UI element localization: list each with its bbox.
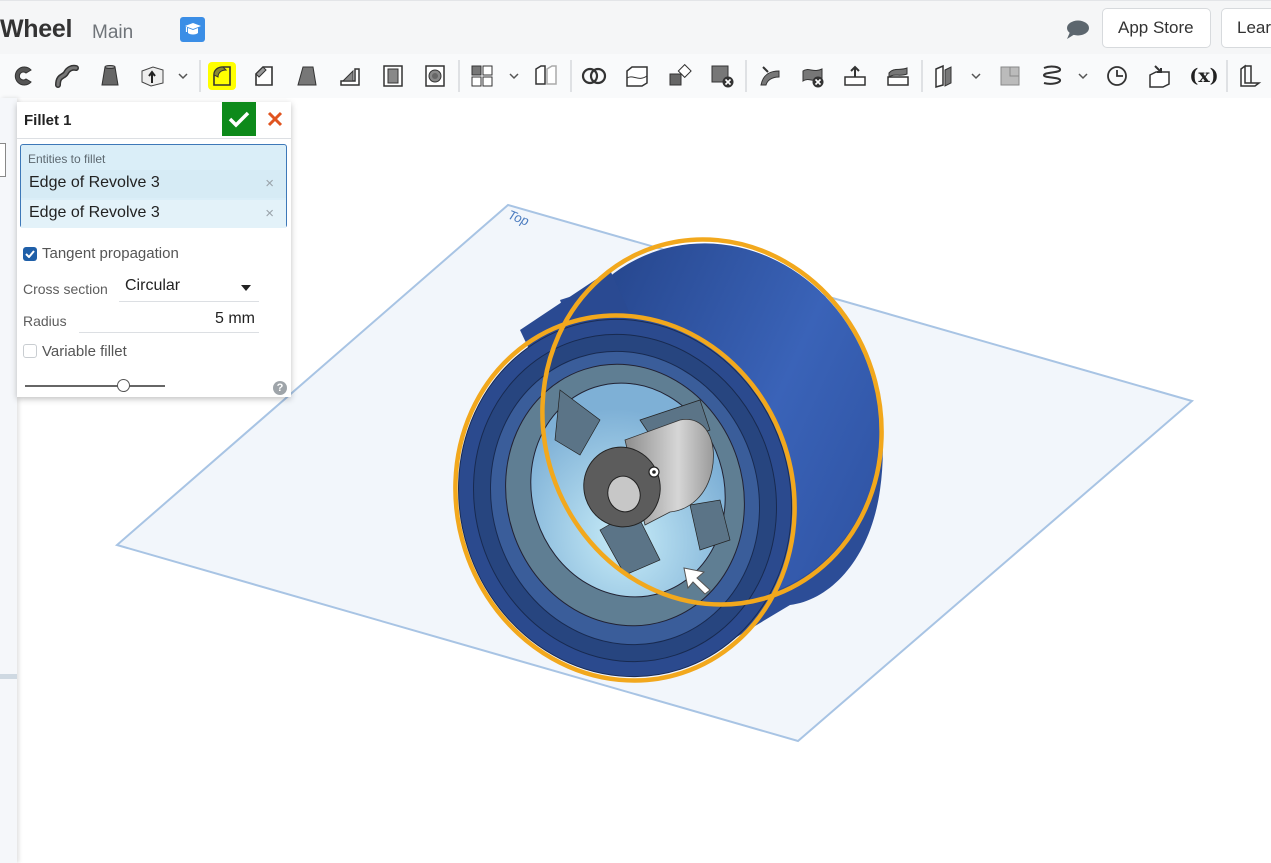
tangent-propagation-label[interactable]: Tangent propagation [42, 245, 179, 262]
cancel-button[interactable] [260, 102, 290, 136]
sweep-icon[interactable] [53, 62, 81, 90]
boolean-icon[interactable] [580, 62, 608, 90]
variable-fillet-label[interactable]: Variable fillet [42, 343, 127, 360]
chevron-down-icon[interactable] [1077, 70, 1089, 82]
chevron-down-icon[interactable] [508, 70, 520, 82]
chamfer-icon[interactable] [250, 62, 278, 90]
delete-face-icon[interactable] [799, 62, 827, 90]
rollback-icon[interactable] [1103, 62, 1131, 90]
entity-label: Edge of Revolve 3 [29, 174, 160, 191]
feature-toolbar: (x) [0, 54, 1271, 98]
thicken-icon[interactable] [138, 62, 166, 90]
entity-item[interactable]: Edge of Revolve 3 × [21, 170, 286, 198]
divider [17, 138, 291, 139]
remove-entity-icon[interactable]: × [265, 205, 274, 222]
mirror-icon[interactable] [532, 62, 560, 90]
plane-icon[interactable] [930, 62, 958, 90]
move-face-icon[interactable] [841, 62, 869, 90]
branch-name[interactable]: Main [92, 22, 133, 44]
dialog-title: Fillet 1 [24, 112, 72, 129]
entities-label: Entities to fillet [28, 152, 106, 166]
loft-icon[interactable] [96, 62, 124, 90]
caret-down-icon [241, 285, 251, 291]
sheet-metal-icon[interactable] [1236, 62, 1264, 90]
toolbar-divider [570, 60, 572, 92]
linear-pattern-icon[interactable] [468, 62, 496, 90]
rib-icon[interactable] [336, 62, 364, 90]
modify-fillet-icon[interactable] [756, 62, 784, 90]
derived-icon[interactable] [1146, 62, 1174, 90]
divider [79, 332, 259, 333]
helix-icon[interactable] [1038, 62, 1066, 90]
toolbar-divider [458, 60, 460, 92]
app-store-button[interactable]: App Store [1102, 8, 1211, 48]
entities-selection-box[interactable]: Entities to fillet Edge of Revolve 3 × E… [20, 144, 287, 228]
toolbar-divider [745, 60, 747, 92]
remove-entity-icon[interactable]: × [265, 175, 274, 192]
radius-input[interactable]: 5 mm [79, 310, 255, 328]
feature-list-panel[interactable] [0, 98, 17, 863]
preview-slider-track[interactable] [25, 385, 165, 387]
top-bar: Wheel Main App Store Lear [0, 0, 1271, 54]
document-title[interactable]: Wheel [0, 15, 72, 44]
draft-icon[interactable] [293, 62, 321, 90]
feature-list-toggle[interactable] [0, 143, 6, 177]
graduation-cap-icon[interactable] [180, 17, 205, 42]
shell-icon[interactable] [379, 62, 407, 90]
divider [119, 301, 259, 302]
variable-icon[interactable]: (x) [1188, 62, 1220, 90]
checkmark-icon [228, 111, 250, 128]
revolve-icon[interactable] [10, 62, 38, 90]
chevron-down-icon[interactable] [970, 70, 982, 82]
fillet-icon[interactable] [208, 62, 236, 90]
variable-fillet-checkbox[interactable] [23, 344, 37, 358]
cross-section-dropdown[interactable]: Circular [119, 274, 259, 302]
toolbar-divider [199, 60, 201, 92]
delete-part-icon[interactable] [708, 62, 736, 90]
toolbar-divider [921, 60, 923, 92]
fillet-dialog: Fillet 1 Entities to fillet Edge of Revo… [17, 102, 291, 397]
toolbar-divider [1226, 60, 1228, 92]
entity-label: Edge of Revolve 3 [29, 204, 160, 221]
hole-icon[interactable] [421, 62, 449, 90]
split-icon[interactable] [623, 62, 651, 90]
cross-section-label: Cross section [23, 281, 108, 297]
close-icon [267, 111, 283, 127]
learning-center-button[interactable]: Lear [1221, 8, 1271, 48]
chevron-down-icon[interactable] [177, 70, 189, 82]
transform-icon[interactable] [666, 62, 694, 90]
panel-divider[interactable] [0, 674, 17, 679]
radius-label: Radius [23, 313, 67, 329]
mate-connector-icon[interactable] [996, 62, 1024, 90]
cross-section-value: Circular [125, 277, 181, 294]
help-icon[interactable]: ? [273, 381, 287, 395]
confirm-button[interactable] [222, 102, 256, 136]
entity-item[interactable]: Edge of Revolve 3 × [21, 200, 286, 228]
tangent-propagation-checkbox[interactable] [23, 247, 37, 261]
preview-slider-thumb[interactable] [117, 379, 130, 392]
speech-bubble-icon[interactable] [1064, 19, 1090, 46]
replace-face-icon[interactable] [884, 62, 912, 90]
